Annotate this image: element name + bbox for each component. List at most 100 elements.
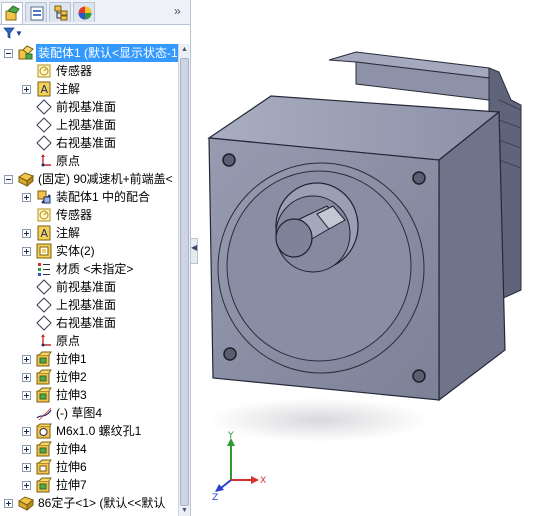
expand-icon[interactable]	[22, 85, 31, 94]
feature-tree: 装配体1 (默认<显示状态-1> 传感器 A 注解 前视基准面 上视基准面 右视基准面 原点(…	[0, 44, 178, 516]
tree-item-label: 拉伸1	[56, 352, 87, 366]
expand-icon[interactable]	[22, 193, 31, 202]
extrude-icon	[36, 369, 52, 385]
tree-item[interactable]: M6x1.0 螺纹孔1	[0, 422, 178, 440]
tree-item[interactable]: 拉伸3	[0, 386, 178, 404]
expand-icon[interactable]	[22, 247, 31, 256]
collapse-arrow-icon: ◀	[191, 243, 198, 252]
tree-item[interactable]: 原点	[0, 332, 178, 350]
appearance-tab[interactable]	[73, 2, 95, 22]
triad-y-label: Y	[227, 431, 234, 441]
tree-item-label: (-) 草图4	[56, 406, 102, 420]
triad-z-label: Z	[212, 493, 218, 503]
chevron-down-icon: ▼	[15, 29, 23, 38]
tree-item[interactable]: 前视基准面	[0, 278, 178, 296]
expand-icon[interactable]	[4, 499, 13, 508]
extrude-icon	[36, 387, 52, 403]
tree-filter[interactable]: ▼	[0, 25, 189, 43]
tree-item[interactable]: 传感器	[0, 62, 178, 80]
triad-z-axis	[220, 479, 232, 489]
tree-item[interactable]: 右视基准面	[0, 134, 178, 152]
tree-item[interactable]: 前视基准面	[0, 98, 178, 116]
panel-collapse-handle[interactable]: ◀	[190, 238, 198, 264]
triad-x-label: X	[260, 476, 266, 486]
tree-item-label: 传感器	[56, 64, 93, 78]
tree-item[interactable]: 材质 <未指定>	[0, 260, 178, 278]
triad-x-arrow	[251, 476, 259, 484]
tree-item-label: 装配体1 (默认<显示状态-1>	[36, 44, 178, 62]
model-view[interactable]: Y X Z	[199, 0, 549, 516]
annotation-icon: A	[37, 225, 51, 241]
tree-item-label: (固定) 90减速机+前端盖<	[38, 172, 173, 186]
configurationmanager-tab[interactable]	[49, 2, 71, 22]
tree-item[interactable]: 拉伸6	[0, 458, 178, 476]
solid-body-icon	[36, 243, 52, 259]
tree-item[interactable]: (固定) 90减速机+前端盖<	[0, 170, 178, 188]
tree-item[interactable]: 装配体1 (默认<显示状态-1>	[0, 44, 178, 62]
plane-icon	[36, 315, 52, 331]
tree-item-label: 传感器	[56, 208, 93, 222]
scroll-thumb[interactable]	[180, 58, 189, 506]
housing-side-face[interactable]	[438, 110, 506, 402]
bolt-hole[interactable]	[412, 369, 426, 383]
tree-item[interactable]: 86定子<1> (默认<<默认	[0, 494, 178, 512]
scroll-up-icon[interactable]: ▲	[179, 44, 190, 55]
bolt-hole[interactable]	[222, 153, 236, 167]
tree-item-label: 上视基准面	[56, 118, 117, 132]
tree-item[interactable]: 原点	[0, 152, 178, 170]
expand-icon[interactable]	[22, 463, 31, 472]
feature-tree-icon	[5, 5, 20, 21]
extrude-icon	[36, 477, 52, 493]
tree-item-label: 注解	[56, 226, 81, 240]
tree-item-label: 材质 <未指定>	[56, 262, 134, 276]
tree-item-label: 原点	[56, 154, 81, 168]
graphics-area[interactable]: Y X Z	[199, 0, 549, 516]
bolt-hole[interactable]	[412, 171, 426, 185]
collapse-icon[interactable]	[4, 175, 13, 184]
tree-item[interactable]: 右视基准面	[0, 314, 178, 332]
tree-item[interactable]: (-) 草图4	[0, 404, 178, 422]
tree-item[interactable]: 上视基准面	[0, 116, 178, 134]
expand-icon[interactable]	[22, 229, 31, 238]
plane-icon	[36, 99, 52, 115]
expand-icon[interactable]	[22, 391, 31, 400]
tree-item[interactable]: 传感器	[0, 206, 178, 224]
expand-icon[interactable]	[22, 355, 31, 364]
plane-icon	[36, 135, 52, 151]
tree-item[interactable]: 上视基准面	[0, 296, 178, 314]
tree-item-label: 拉伸7	[56, 478, 87, 492]
mates-icon	[37, 190, 51, 204]
expand-icon[interactable]	[22, 373, 31, 382]
expand-icon[interactable]	[22, 445, 31, 454]
featuremanager-tab[interactable]	[1, 2, 23, 24]
scroll-down-icon[interactable]: ▼	[179, 505, 190, 516]
appearance-icon	[78, 6, 92, 20]
tree-item[interactable]: 拉伸2	[0, 368, 178, 386]
propertymanager-tab[interactable]	[25, 2, 47, 22]
coordinate-triad: Y X Z	[212, 431, 266, 503]
tree-item[interactable]: 拉伸4	[0, 440, 178, 458]
property-manager-icon	[30, 6, 44, 21]
bolt-hole[interactable]	[223, 347, 237, 361]
tree-item-label: 右视基准面	[56, 316, 117, 330]
tree-item[interactable]: 拉伸7	[0, 476, 178, 494]
tree-scrollbar[interactable]: ▲ ▼	[178, 44, 190, 516]
tab-overflow-button[interactable]: »	[174, 4, 181, 18]
tree-item[interactable]: A 注解	[0, 224, 178, 242]
svg-text:A: A	[41, 83, 49, 96]
collapse-icon[interactable]	[4, 49, 13, 58]
tree-item-label: 拉伸4	[56, 442, 87, 456]
expand-icon[interactable]	[22, 481, 31, 490]
tree-item[interactable]: A 注解	[0, 80, 178, 98]
tree-item-label: 前视基准面	[56, 100, 117, 114]
plane-icon	[36, 297, 52, 313]
part-icon	[18, 172, 34, 187]
featuremanager-panel: » ▼ 装配体1 (默认<显示状态-1> 传感器 A 注解 前视基准面 上视基准面 右视基准…	[0, 0, 191, 516]
tree-item[interactable]: 实体(2)	[0, 242, 178, 260]
tree-item-label: M6x1.0 螺纹孔1	[56, 424, 142, 438]
tree-item[interactable]: 拉伸1	[0, 350, 178, 368]
material-icon	[38, 263, 50, 276]
annotation-icon: A	[37, 81, 51, 97]
tree-item[interactable]: 装配体1 中的配合	[0, 188, 178, 206]
expand-icon[interactable]	[22, 427, 31, 436]
